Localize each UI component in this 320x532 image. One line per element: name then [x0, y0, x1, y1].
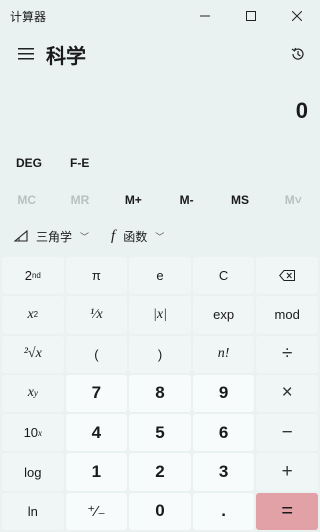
- memory-subtract-button[interactable]: M-: [160, 193, 213, 207]
- memory-recall-button[interactable]: MR: [53, 193, 106, 207]
- navigation-menu-button[interactable]: [10, 38, 42, 70]
- digit-6-button[interactable]: 6: [192, 414, 255, 452]
- result-display: 0: [295, 98, 308, 123]
- memory-store-button[interactable]: MS: [213, 193, 266, 207]
- maximize-icon: [246, 11, 256, 21]
- digit-3-button[interactable]: 3: [192, 453, 255, 491]
- history-icon: [291, 47, 304, 60]
- fe-button[interactable]: F-E: [70, 152, 89, 174]
- angle-row: DEG F-E: [0, 150, 320, 176]
- header: 科学: [0, 36, 320, 72]
- digit-9-button[interactable]: 9: [192, 374, 255, 413]
- function-dropdown[interactable]: f 函数 ﹀: [111, 228, 164, 245]
- e-button[interactable]: e: [129, 257, 191, 295]
- minimize-button[interactable]: [182, 0, 228, 32]
- function-label: 函数: [123, 229, 148, 244]
- log-button[interactable]: log: [2, 453, 64, 491]
- title-bar: 计算器: [0, 0, 320, 32]
- mode-title: 科学: [46, 43, 86, 68]
- backspace-icon: [279, 270, 296, 282]
- trig-label: 三角学: [36, 229, 73, 244]
- ten-power-button[interactable]: 10 x: [2, 414, 64, 452]
- reciprocal-button[interactable]: ¹⁄x: [65, 296, 128, 334]
- memory-add-button[interactable]: M+: [107, 193, 160, 207]
- app-title: 计算器: [10, 9, 47, 24]
- digit-8-button[interactable]: 8: [129, 374, 191, 413]
- digit-2-button[interactable]: 2: [129, 453, 191, 491]
- exp-button[interactable]: exp: [192, 296, 255, 334]
- ln-button[interactable]: ln: [2, 492, 64, 530]
- backspace-button[interactable]: [256, 257, 318, 295]
- square-button[interactable]: x2: [2, 296, 64, 334]
- history-button[interactable]: [282, 38, 314, 70]
- minimize-icon: [200, 15, 210, 17]
- keypad: 2nd π e C x2 ¹⁄x |x| exp mod ²√x ( ) n! …: [2, 257, 318, 530]
- absolute-button[interactable]: |x|: [129, 296, 191, 334]
- digit-1-button[interactable]: 1: [65, 453, 128, 491]
- digit-7-button[interactable]: 7: [65, 374, 128, 413]
- memory-list-button[interactable]: M˅: [267, 193, 320, 207]
- trig-dropdown[interactable]: 三角学 ﹀: [14, 228, 89, 245]
- chevron-down-icon: ﹀: [155, 231, 165, 242]
- decimal-button[interactable]: .: [192, 492, 255, 530]
- power-button[interactable]: xy: [2, 374, 64, 413]
- memory-clear-button[interactable]: MC: [0, 193, 53, 207]
- right-paren-button[interactable]: ): [129, 335, 191, 373]
- left-paren-button[interactable]: (: [65, 335, 128, 373]
- digit-5-button[interactable]: 5: [129, 414, 191, 452]
- add-button[interactable]: +: [256, 453, 318, 491]
- digit-4-button[interactable]: 4: [65, 414, 128, 452]
- close-button[interactable]: [274, 0, 320, 32]
- multiply-button[interactable]: ×: [256, 374, 318, 413]
- factorial-button[interactable]: n!: [192, 335, 255, 373]
- function-icon: f: [111, 227, 116, 244]
- close-icon: [292, 11, 302, 21]
- divide-button[interactable]: ÷: [256, 335, 318, 373]
- second-function-button[interactable]: 2nd: [2, 257, 64, 295]
- mod-button[interactable]: mod: [256, 296, 318, 334]
- angle-unit-button[interactable]: DEG: [16, 152, 42, 174]
- square-root-button[interactable]: ²√x: [2, 335, 64, 373]
- function-row: 三角学 ﹀ f 函数 ﹀: [0, 222, 320, 250]
- clear-button[interactable]: C: [192, 257, 255, 295]
- equals-button[interactable]: =: [256, 492, 318, 530]
- memory-row: MC MR M+ M- MS M˅: [0, 186, 320, 214]
- digit-0-button[interactable]: 0: [129, 492, 191, 530]
- pi-button[interactable]: π: [65, 257, 128, 295]
- subtract-button[interactable]: −: [256, 414, 318, 452]
- triangle-ruler-icon: [14, 230, 28, 242]
- hamburger-icon: [18, 48, 34, 60]
- chevron-down-icon: ﹀: [80, 231, 90, 242]
- maximize-button[interactable]: [228, 0, 274, 32]
- negate-button[interactable]: ⁺⁄₋: [65, 492, 128, 530]
